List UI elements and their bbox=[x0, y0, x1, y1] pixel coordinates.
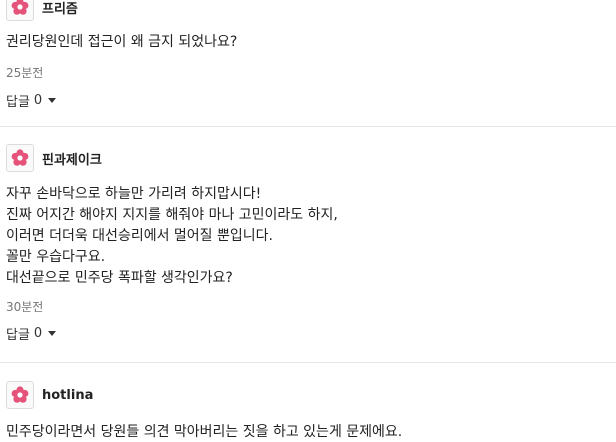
caret-down-icon bbox=[48, 330, 57, 336]
reply-count: 0 bbox=[33, 325, 43, 341]
comment-item: hotlina 민주당이라면서 당원들 의견 막아버리는 짓을 하고 있는게 문… bbox=[0, 379, 616, 442]
avatar[interactable] bbox=[6, 144, 34, 172]
flower-avatar-icon bbox=[11, 0, 29, 15]
comment-time: 30분전 bbox=[6, 300, 44, 314]
comment-text-line: 이러면 더더욱 대선승리에서 멀어질 뿐입니다. bbox=[6, 228, 273, 244]
comment-author: 프리즘 bbox=[6, 0, 616, 23]
comment-text-line: 꼴만 우습다구요. bbox=[6, 249, 106, 265]
flower-avatar-icon bbox=[11, 149, 29, 166]
comment-text-line: 민주당이라면서 당원들 의견 막아버리는 짓을 하고 있는게 문제에요. bbox=[6, 424, 403, 440]
comment-item: 프리즘 권리당원인데 접근이 왜 금지 되었나요? 25분전 답글 0 bbox=[0, 0, 616, 110]
comment-author: hotlina bbox=[6, 379, 616, 411]
comment-divider bbox=[0, 126, 616, 127]
comment-nickname[interactable]: 핀과제이크 bbox=[42, 149, 102, 168]
comment-body: 권리당원인데 접근이 왜 금지 되었나요? bbox=[6, 32, 616, 53]
reply-label: 답글 bbox=[6, 327, 30, 343]
comment-nickname[interactable]: 프리즘 bbox=[42, 0, 78, 17]
comment-time: 25분전 bbox=[6, 66, 44, 80]
reply-label: 답글 bbox=[6, 94, 30, 110]
comment-body: 자꾸 손바닥으로 하늘만 가리려 하지맙시다! 진짜 어지간 해야지 지지를 해… bbox=[6, 184, 616, 289]
comment-nickname[interactable]: hotlina bbox=[42, 388, 93, 403]
comment-text-line: 권리당원인데 접근이 왜 금지 되었나요? bbox=[6, 34, 238, 50]
comment-list: 프리즘 권리당원인데 접근이 왜 금지 되었나요? 25분전 답글 0 핀과제이… bbox=[0, 0, 616, 442]
avatar[interactable] bbox=[6, 381, 34, 409]
avatar[interactable] bbox=[6, 0, 34, 21]
comment-text-line: 대선끝으로 민주당 폭파할 생각인가요? bbox=[6, 270, 233, 286]
comment-text-line: 자꾸 손바닥으로 하늘만 가리려 하지맙시다! bbox=[6, 186, 262, 202]
caret-down-icon bbox=[48, 97, 57, 103]
reply-toggle-button[interactable]: 답글 0 bbox=[6, 90, 57, 110]
comment-author: 핀과제이크 bbox=[6, 142, 616, 174]
flower-avatar-icon bbox=[11, 386, 29, 403]
comment-item: 핀과제이크 자꾸 손바닥으로 하늘만 가리려 하지맙시다! 진짜 어지간 해야지… bbox=[0, 142, 616, 343]
reply-count: 0 bbox=[33, 92, 43, 108]
reply-toggle-button[interactable]: 답글 0 bbox=[6, 323, 57, 343]
comment-body: 민주당이라면서 당원들 의견 막아버리는 짓을 하고 있는게 문제에요. bbox=[6, 422, 616, 442]
comment-text-line: 진짜 어지간 해야지 지지를 해줘야 마나 고민이라도 하지, bbox=[6, 207, 338, 223]
comment-divider bbox=[0, 362, 616, 363]
